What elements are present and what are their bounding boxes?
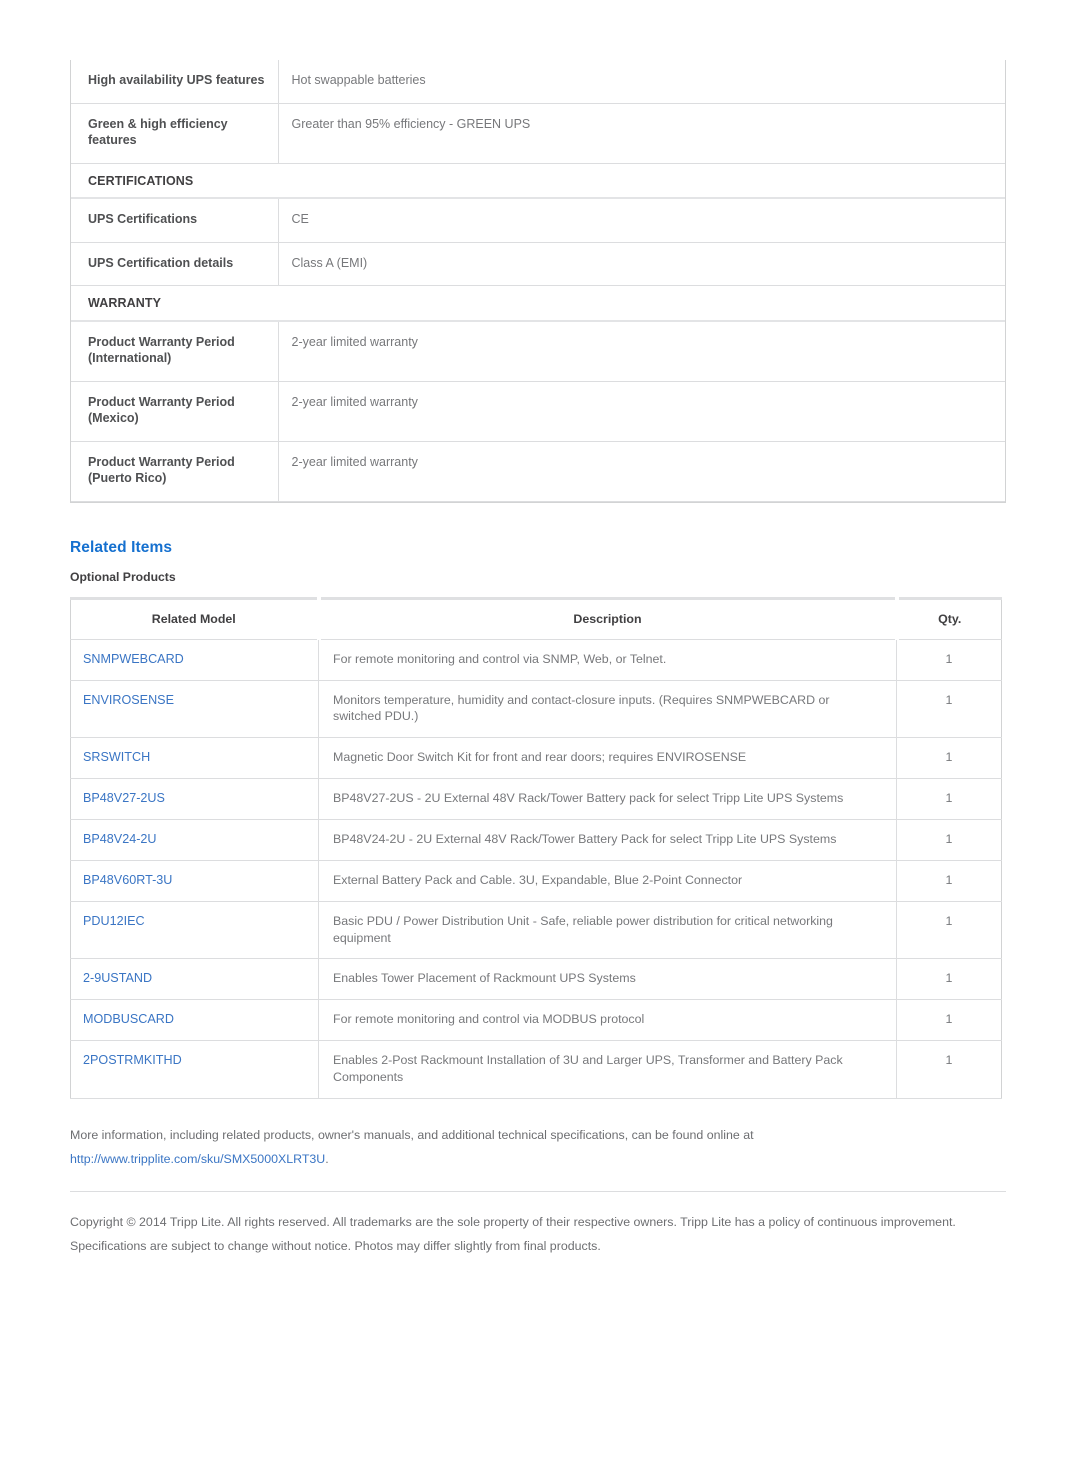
spec-value: Greater than 95% efficiency - GREEN UPS [278, 103, 1005, 164]
optional-products-label: Optional Products [70, 569, 176, 584]
related-description-cell: Enables Tower Placement of Rackmount UPS… [318, 958, 897, 1001]
related-description-cell: Monitors temperature, humidity and conta… [318, 680, 897, 738]
related-qty-cell: 1 [896, 737, 1002, 779]
related-model-link[interactable]: ENVIROSENSE [83, 693, 174, 707]
spec-label: Product Warranty Period (Mexico) [71, 381, 279, 442]
spec-value: Hot swappable batteries [278, 60, 1005, 104]
spec-label: High availability UPS features [71, 60, 279, 104]
related-description-cell: Enables 2-Post Rackmount Installation of… [318, 1040, 897, 1099]
spec-sheet-page: High availability UPS features Hot swapp… [0, 60, 1080, 1457]
related-qty-cell: 1 [896, 819, 1002, 861]
product-url-link[interactable]: http://www.tripplite.com/sku/SMX5000XLRT… [70, 1152, 325, 1166]
spec-label: Green & high efficiency features [71, 103, 279, 164]
related-model-link[interactable]: 2-9USTAND [83, 971, 152, 985]
spec-section-label: WARRANTY [71, 285, 1005, 322]
related-description-cell: Magnetic Door Switch Kit for front and r… [318, 737, 897, 779]
related-model-link[interactable]: BP48V27-2US [83, 791, 165, 805]
related-description-cell: External Battery Pack and Cable. 3U, Exp… [318, 860, 897, 902]
related-model-link[interactable]: SRSWITCH [83, 750, 150, 764]
related-qty-cell: 1 [896, 901, 1002, 960]
spec-value: 2-year limited warranty [278, 381, 1005, 442]
related-description-cell: Basic PDU / Power Distribution Unit - Sa… [318, 901, 897, 960]
related-qty-cell: 1 [896, 999, 1002, 1042]
column-header-related-model: Related Model [70, 596, 321, 640]
spec-row: Product Warranty Period (Puerto Rico) 2-… [71, 441, 1005, 502]
column-header-qty: Qty. [896, 596, 1002, 640]
related-items-table-head: Related Model Description Qty. [70, 596, 1002, 640]
related-model-link[interactable]: 2POSTRMKITHD [83, 1053, 182, 1067]
related-model-cell: MODBUSCARD [70, 999, 319, 1042]
spec-row: UPS Certifications CE [71, 198, 1005, 243]
table-row: BP48V60RT-3U External Battery Pack and C… [70, 860, 1002, 902]
related-model-link[interactable]: BP48V24-2U [83, 832, 157, 846]
spec-row: UPS Certification details Class A (EMI) [71, 242, 1005, 286]
column-header-description: Description [318, 596, 899, 640]
related-model-cell: BP48V27-2US [70, 778, 319, 820]
spec-label: Product Warranty Period (Puerto Rico) [71, 441, 279, 502]
table-row: 2POSTRMKITHD Enables 2-Post Rackmount In… [70, 1040, 1002, 1099]
specifications-table: High availability UPS features Hot swapp… [71, 60, 1005, 502]
url-period: . [325, 1152, 329, 1167]
table-row: 2-9USTAND Enables Tower Placement of Rac… [70, 958, 1002, 1001]
spec-section-label: CERTIFICATIONS [71, 163, 1005, 199]
related-model-link[interactable]: BP48V60RT-3U [83, 873, 172, 887]
related-qty-cell: 1 [896, 958, 1002, 1001]
table-row: MODBUSCARD For remote monitoring and con… [70, 999, 1002, 1042]
table-row: SRSWITCH Magnetic Door Switch Kit for fr… [70, 737, 1002, 779]
more-information-paragraph: More information, including related prod… [70, 1123, 1006, 1171]
related-items-section: Related Items Optional Products Related … [70, 539, 1006, 1099]
related-qty-cell: 1 [896, 778, 1002, 820]
spec-section-header-warranty: WARRANTY [71, 285, 1005, 322]
related-model-cell: 2POSTRMKITHD [70, 1040, 319, 1099]
related-model-cell: ENVIROSENSE [70, 680, 319, 738]
related-model-cell: SNMPWEBCARD [70, 639, 319, 681]
table-row: ENVIROSENSE Monitors temperature, humidi… [70, 680, 1002, 738]
related-qty-cell: 1 [896, 639, 1002, 681]
table-row: BP48V27-2US BP48V27-2US - 2U External 48… [70, 778, 1002, 820]
spec-row: Green & high efficiency features Greater… [71, 103, 1005, 164]
related-description-cell: For remote monitoring and control via MO… [318, 999, 897, 1042]
related-qty-cell: 1 [896, 680, 1002, 738]
related-qty-cell: 1 [896, 1040, 1002, 1099]
related-items-table-body: SNMPWEBCARD For remote monitoring and co… [70, 639, 1002, 1099]
related-model-cell: 2-9USTAND [70, 958, 319, 1001]
spec-row: Product Warranty Period (Mexico) 2-year … [71, 381, 1005, 442]
related-model-link[interactable]: MODBUSCARD [83, 1012, 174, 1026]
spec-value: CE [278, 198, 1005, 243]
related-description-cell: BP48V27-2US - 2U External 48V Rack/Tower… [318, 778, 897, 820]
more-information-text: More information, including related prod… [70, 1127, 754, 1142]
spec-row: High availability UPS features Hot swapp… [71, 60, 1005, 104]
spec-value: 2-year limited warranty [278, 320, 1005, 382]
spec-value: 2-year limited warranty [278, 441, 1005, 502]
related-model-cell: PDU12IEC [70, 901, 319, 960]
spec-label: UPS Certifications [71, 198, 279, 243]
related-description-cell: BP48V24-2U - 2U External 48V Rack/Tower … [318, 819, 897, 861]
related-description-cell: For remote monitoring and control via SN… [318, 639, 897, 681]
spec-label: UPS Certification details [71, 242, 279, 286]
related-items-title: Related Items [70, 538, 173, 556]
related-model-link[interactable]: PDU12IEC [83, 914, 145, 928]
spec-row: Product Warranty Period (International) … [71, 320, 1005, 382]
related-model-link[interactable]: SNMPWEBCARD [83, 652, 184, 666]
footer-divider [70, 1191, 1006, 1193]
spec-label: Product Warranty Period (International) [71, 320, 279, 382]
specifications-table-body: High availability UPS features Hot swapp… [71, 60, 1005, 502]
related-items-table: Related Model Description Qty. SNMPWEBCA… [70, 596, 1002, 1099]
table-row: PDU12IEC Basic PDU / Power Distribution … [70, 901, 1002, 960]
specifications-table-container: High availability UPS features Hot swapp… [70, 60, 1006, 503]
copyright-paragraph: Copyright © 2014 Tripp Lite. All rights … [70, 1215, 956, 1254]
spec-section-header-certifications: CERTIFICATIONS [71, 163, 1005, 199]
related-model-cell: BP48V24-2U [70, 819, 319, 861]
related-qty-cell: 1 [896, 860, 1002, 902]
table-row: SNMPWEBCARD For remote monitoring and co… [70, 639, 1002, 681]
table-row: BP48V24-2U BP48V24-2U - 2U External 48V … [70, 819, 1002, 861]
related-model-cell: SRSWITCH [70, 737, 319, 779]
table-header-row: Related Model Description Qty. [70, 596, 1002, 640]
related-model-cell: BP48V60RT-3U [70, 860, 319, 902]
spec-value: Class A (EMI) [278, 242, 1005, 286]
